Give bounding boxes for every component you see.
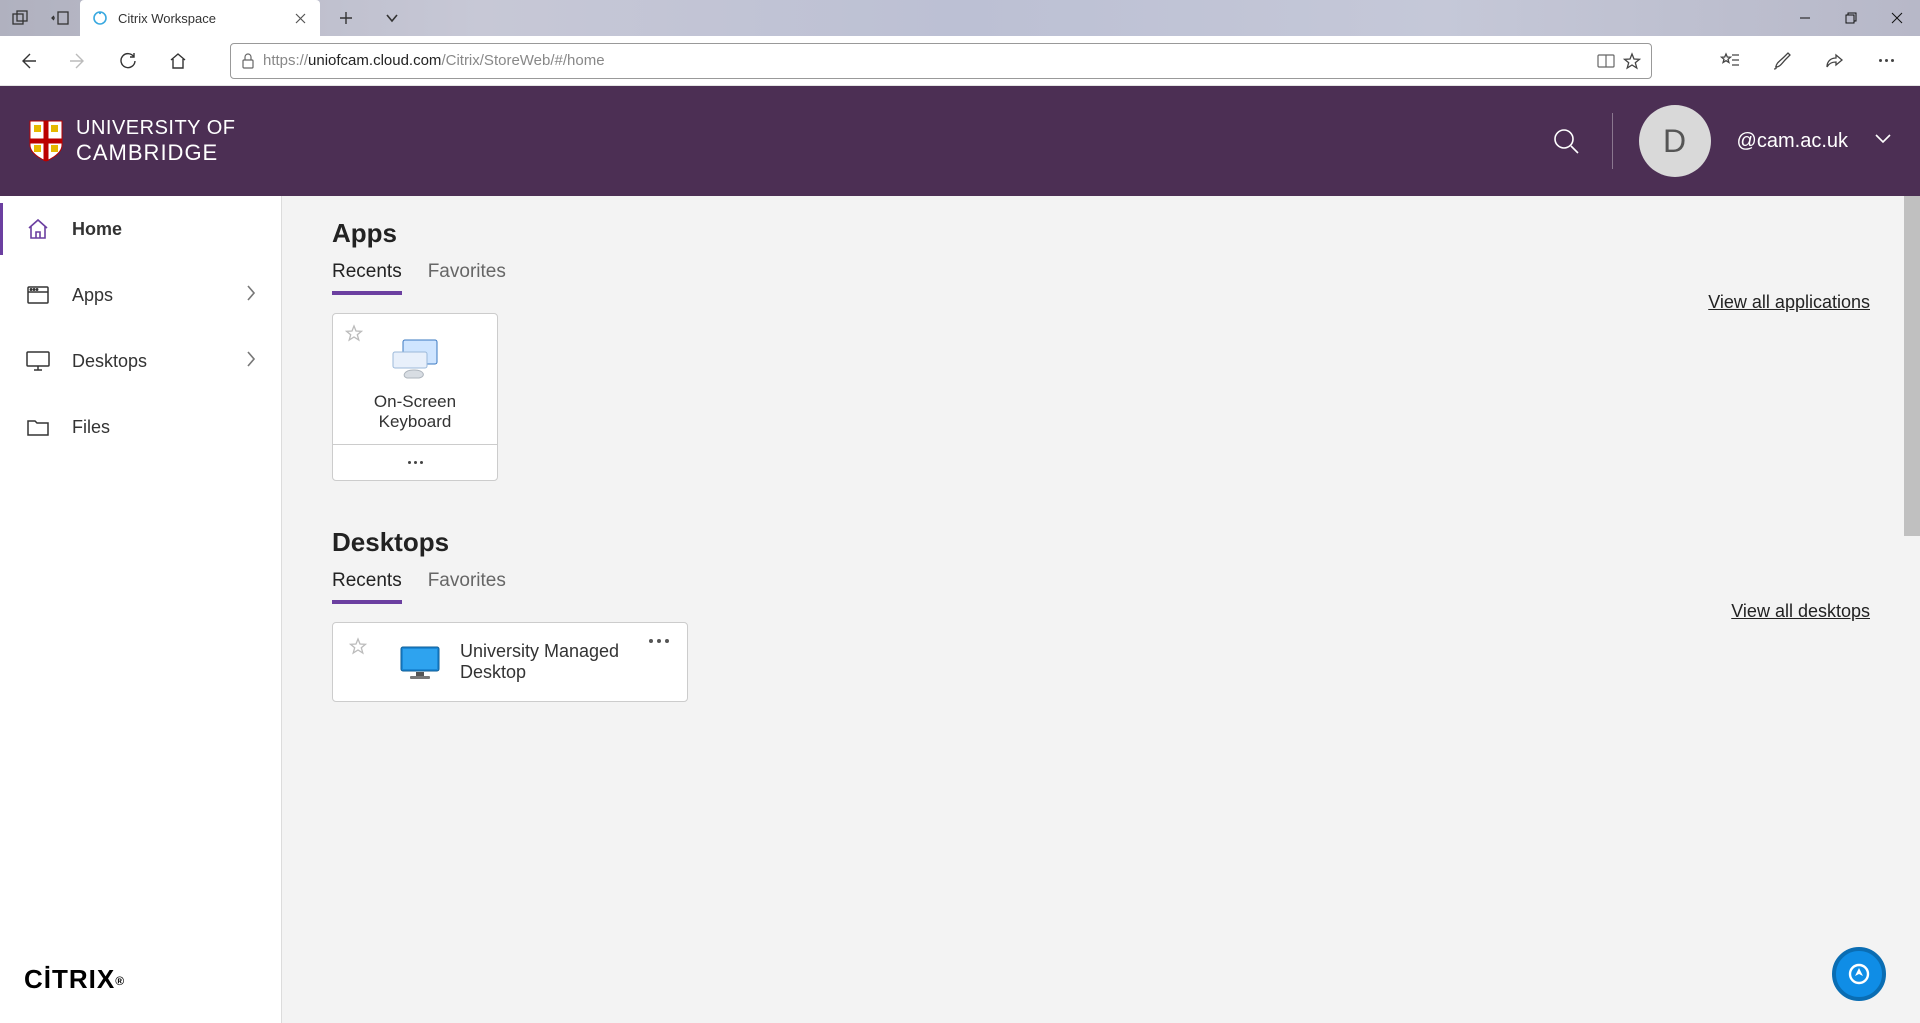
- scrollbar-thumb[interactable]: [1904, 196, 1920, 536]
- window-minimize-button[interactable]: [1782, 0, 1828, 36]
- nav-forward-button[interactable]: [60, 43, 96, 79]
- citrix-favicon-icon: [92, 10, 108, 26]
- cambridge-shield-icon: [28, 119, 64, 163]
- window-maximize-button[interactable]: [1828, 0, 1874, 36]
- lock-icon: [241, 53, 255, 69]
- apps-tabs: Recents Favorites: [332, 261, 506, 295]
- sidebar-item-label: Files: [72, 417, 110, 438]
- user-email: @cam.ac.uk: [1737, 130, 1848, 153]
- view-all-desktops-link[interactable]: View all desktops: [1731, 601, 1870, 622]
- chevron-right-icon: [245, 350, 257, 373]
- browser-tab[interactable]: Citrix Workspace: [80, 0, 320, 36]
- sidebar-item-apps[interactable]: Apps: [0, 262, 281, 328]
- nav-home-button[interactable]: [160, 43, 196, 79]
- app-header: UNIVERSITY OF CAMBRIDGE D @cam.ac.uk: [0, 86, 1920, 196]
- main-content: Apps Recents Favorites View all applicat…: [282, 196, 1920, 1023]
- window-close-button[interactable]: [1874, 0, 1920, 36]
- tab-close-button[interactable]: [292, 10, 308, 26]
- files-icon: [24, 413, 52, 441]
- share-icon[interactable]: [1816, 43, 1852, 79]
- citrix-brand-logo: CİTRIX®: [0, 964, 281, 1023]
- desktops-icon: [24, 347, 52, 375]
- new-tab-button[interactable]: [330, 2, 362, 34]
- tab-favorites[interactable]: Favorites: [428, 570, 506, 604]
- favorite-star-icon[interactable]: [1623, 52, 1641, 70]
- sidebar-item-label: Desktops: [72, 351, 147, 372]
- app-name: On-Screen Keyboard: [339, 392, 491, 444]
- apps-section: Apps Recents Favorites View all applicat…: [332, 218, 1870, 481]
- desktop-card[interactable]: University Managed Desktop: [332, 622, 688, 702]
- user-avatar[interactable]: D: [1639, 105, 1711, 177]
- desktops-section-title: Desktops: [332, 527, 1870, 558]
- browser-titlebar: Citrix Workspace: [0, 0, 1920, 36]
- url-text: https://uniofcam.cloud.com/Citrix/StoreW…: [263, 52, 1589, 69]
- favorites-list-icon[interactable]: [1712, 43, 1748, 79]
- tab-recents[interactable]: Recents: [332, 570, 402, 604]
- compass-icon: [1847, 962, 1871, 986]
- on-screen-keyboard-icon: [383, 332, 447, 382]
- apps-icon: [24, 281, 52, 309]
- desktop-monitor-icon: [398, 643, 442, 681]
- tab-actions-icon[interactable]: [4, 2, 36, 34]
- set-aside-tabs-icon[interactable]: [44, 2, 76, 34]
- address-bar[interactable]: https://uniofcam.cloud.com/Citrix/StoreW…: [230, 43, 1652, 79]
- notes-icon[interactable]: [1764, 43, 1800, 79]
- settings-more-button[interactable]: [1868, 43, 1904, 79]
- view-all-apps-link[interactable]: View all applications: [1708, 292, 1870, 313]
- app-card[interactable]: On-Screen Keyboard: [332, 313, 498, 481]
- search-icon: [1551, 126, 1581, 156]
- sidebar-item-label: Home: [72, 219, 122, 240]
- user-menu-chevron[interactable]: [1874, 132, 1892, 150]
- sidebar-item-label: Apps: [72, 285, 113, 306]
- tab-preview-button[interactable]: [376, 2, 408, 34]
- nav-refresh-button[interactable]: [110, 43, 146, 79]
- tab-favorites[interactable]: Favorites: [428, 261, 506, 295]
- browser-toolbar: https://uniofcam.cloud.com/Citrix/StoreW…: [0, 36, 1920, 86]
- favorite-toggle-icon[interactable]: [345, 324, 363, 347]
- activity-manager-fab[interactable]: [1832, 947, 1886, 1001]
- app-card-menu[interactable]: [333, 444, 497, 480]
- reading-view-icon[interactable]: [1597, 53, 1615, 69]
- sidebar-item-files[interactable]: Files: [0, 394, 281, 460]
- vertical-scrollbar[interactable]: [1904, 196, 1920, 536]
- sidebar-item-desktops[interactable]: Desktops: [0, 328, 281, 394]
- sidebar: Home Apps Desktops Files: [0, 196, 282, 1023]
- nav-back-button[interactable]: [10, 43, 46, 79]
- home-icon: [24, 215, 52, 243]
- apps-section-title: Apps: [332, 218, 1870, 249]
- org-logo: UNIVERSITY OF CAMBRIDGE: [28, 117, 236, 166]
- favorite-toggle-icon[interactable]: [349, 637, 367, 660]
- desktops-tabs: Recents Favorites: [332, 570, 506, 604]
- tab-title: Citrix Workspace: [118, 11, 282, 26]
- header-divider: [1612, 113, 1613, 169]
- chevron-right-icon: [245, 284, 257, 307]
- tab-recents[interactable]: Recents: [332, 261, 402, 295]
- search-button[interactable]: [1546, 121, 1586, 161]
- desktops-section: Desktops Recents Favorites View all desk…: [332, 527, 1870, 702]
- avatar-letter: D: [1663, 123, 1686, 160]
- sidebar-item-home[interactable]: Home: [0, 196, 281, 262]
- org-name: UNIVERSITY OF CAMBRIDGE: [76, 117, 236, 166]
- desktop-name: University Managed Desktop: [460, 641, 667, 683]
- desktop-card-menu[interactable]: [649, 639, 669, 643]
